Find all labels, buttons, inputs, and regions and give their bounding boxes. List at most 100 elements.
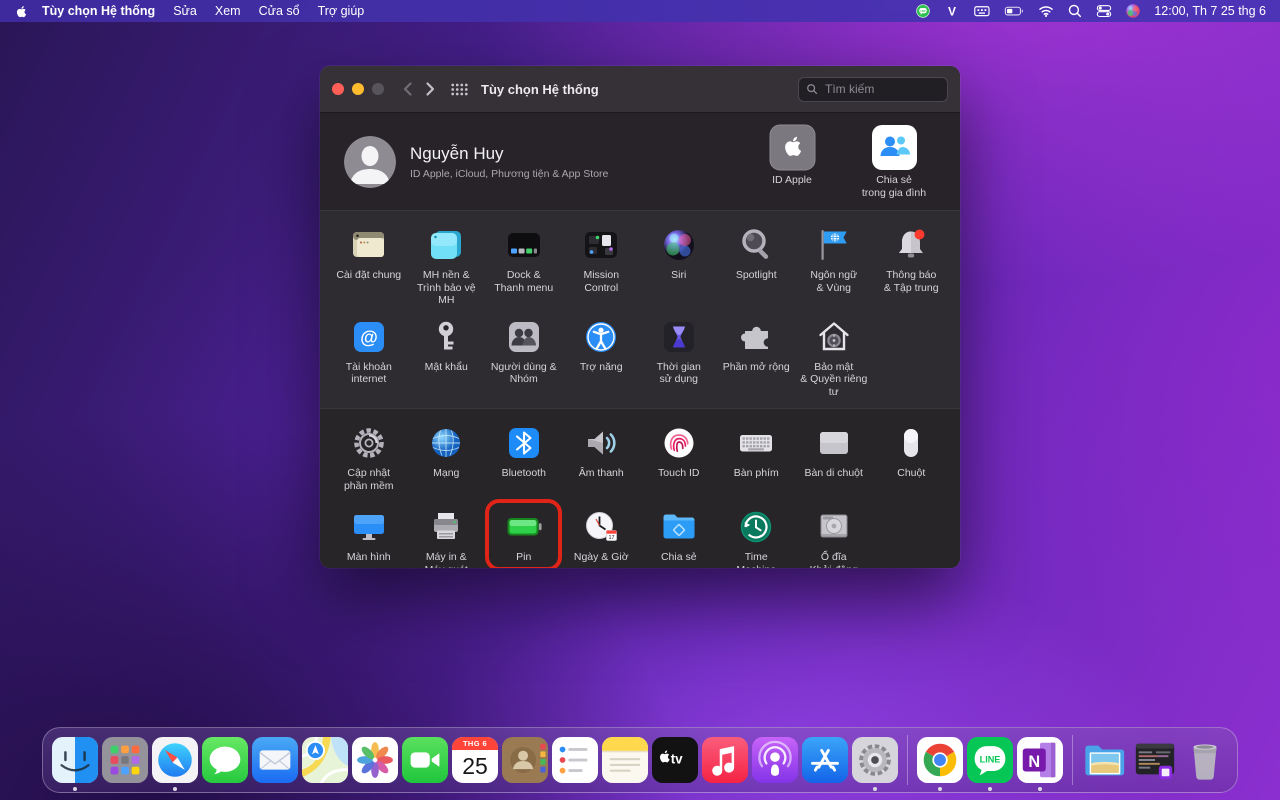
svg-text:LINE: LINE: [980, 754, 1001, 764]
dock-app-store[interactable]: [802, 737, 848, 783]
pref-spotlight[interactable]: Spotlight: [718, 223, 796, 307]
wifi-icon[interactable]: [1038, 3, 1054, 19]
pref-extensions[interactable]: Phần mở rộng: [718, 315, 796, 399]
pref-notifications[interactable]: Thông báo & Tập trung: [873, 223, 951, 307]
input-source-icon[interactable]: [973, 3, 991, 19]
pref-desktop[interactable]: MH nền & Trình bảo vệ MH: [408, 223, 486, 307]
pref-label: Máy in & Máy quét: [425, 551, 468, 568]
network-icon: [426, 423, 466, 463]
accessibility-icon: [581, 317, 621, 357]
dock-podcasts[interactable]: [752, 737, 798, 783]
dock-calendar[interactable]: THG 6 25: [452, 737, 498, 783]
fullscreen-button[interactable]: [372, 83, 384, 95]
pref-trackpad[interactable]: Bàn di chuột: [795, 421, 873, 497]
pref-language[interactable]: Ngôn ngữ & Vùng: [795, 223, 873, 307]
pref-datetime[interactable]: 17 Ngày & Giờ: [563, 505, 641, 568]
menu-bar-status: LINE V 12:00, Th 7 25 thg 6: [915, 3, 1266, 19]
pref-label: Ngôn ngữ & Vùng: [810, 269, 858, 294]
apple-id-button[interactable]: ID Apple: [750, 124, 834, 199]
dock-photos[interactable]: [352, 737, 398, 783]
pref-label: Thời gian sử dụng: [656, 360, 701, 386]
apple-menu-icon[interactable]: [14, 4, 29, 19]
pref-displays[interactable]: Màn hình: [330, 505, 408, 568]
system-preferences-window: Tùy chọn Hệ thống Nguyễn Huy ID Apple, i…: [320, 66, 960, 568]
siri-status-icon[interactable]: [1125, 3, 1141, 19]
dock-messages[interactable]: [202, 737, 248, 783]
line-app-icon[interactable]: LINE: [915, 3, 931, 19]
datetime-icon: 17: [581, 507, 621, 547]
calendar-day: 25: [462, 753, 488, 779]
pref-label: Dock & Thanh menu: [494, 269, 554, 294]
dock-pictures-folder[interactable]: [1082, 737, 1128, 783]
dock-launchpad[interactable]: [102, 737, 148, 783]
pref-startup-disk[interactable]: Ổ đĩa Khởi động: [795, 505, 873, 568]
pref-software-update[interactable]: Cập nhật phần mềm: [330, 421, 408, 497]
close-button[interactable]: [332, 83, 344, 95]
dock-trash[interactable]: [1182, 737, 1228, 783]
pref-touch-id[interactable]: Touch ID: [640, 421, 718, 497]
dock-system-preferences[interactable]: [852, 737, 898, 791]
svg-text:LINE: LINE: [921, 11, 927, 13]
pref-security[interactable]: Bảo mật & Quyền riêng tư: [795, 315, 873, 399]
pref-dock[interactable]: Dock & Thanh menu: [485, 223, 563, 307]
pref-screen-time[interactable]: Thời gian sử dụng: [640, 315, 718, 399]
software-update-icon: [349, 423, 389, 463]
pref-label: Màn hình: [346, 551, 391, 563]
show-all-grid-icon[interactable]: [450, 82, 469, 97]
battery-status-icon[interactable]: [1004, 3, 1025, 19]
dock-reminders[interactable]: [552, 737, 598, 783]
pref-mouse[interactable]: Chuột: [873, 421, 951, 497]
dock-icon: [504, 225, 544, 265]
pref-bluetooth[interactable]: Bluetooth: [485, 421, 563, 497]
user-avatar[interactable]: [344, 135, 396, 188]
pref-time-machine[interactable]: Time Machine: [718, 505, 796, 568]
menu-edit[interactable]: Sửa: [164, 4, 206, 18]
pref-siri[interactable]: Siri: [640, 223, 718, 307]
menu-system-preferences[interactable]: Tùy chọn Hệ thống: [33, 4, 164, 18]
search-input[interactable]: [823, 81, 940, 97]
family-sharing-button[interactable]: Chia sẻ trong gia đình: [852, 124, 936, 199]
dock-window-thumbnail[interactable]: [1132, 737, 1178, 783]
pref-keyboard[interactable]: Bàn phím: [718, 421, 796, 497]
dock-music[interactable]: [702, 737, 748, 783]
v-input-icon[interactable]: V: [944, 3, 960, 19]
pref-accessibility[interactable]: Trợ năng: [563, 315, 641, 399]
dock-maps[interactable]: [302, 737, 348, 783]
pref-label: Bàn phím: [733, 467, 779, 479]
general-icon: [349, 225, 389, 265]
dock-chrome[interactable]: [917, 737, 963, 791]
account-actions: ID Apple Chia sẻ trong gia đình: [750, 124, 936, 199]
pref-general[interactable]: Cài đặt chung: [330, 223, 408, 307]
forward-button[interactable]: [424, 81, 436, 97]
minimize-button[interactable]: [352, 83, 364, 95]
spotlight-search-icon[interactable]: [1067, 3, 1083, 19]
pref-passwords[interactable]: Mật khẩu: [408, 315, 486, 399]
dock-notes[interactable]: [602, 737, 648, 783]
running-indicator: [988, 787, 992, 791]
dock-facetime[interactable]: [402, 737, 448, 783]
pref-printers[interactable]: Máy in & Máy quét: [408, 505, 486, 568]
dock-mail[interactable]: [252, 737, 298, 783]
pref-mission-control[interactable]: Mission Control: [563, 223, 641, 307]
dock-contacts[interactable]: [502, 737, 548, 783]
pref-sharing[interactable]: Chia sẻ: [640, 505, 718, 568]
pref-network[interactable]: Mạng: [408, 421, 486, 497]
menu-window[interactable]: Cửa sổ: [250, 4, 309, 18]
pref-battery[interactable]: Pin: [485, 499, 563, 568]
menu-bar-clock[interactable]: 12:00, Th 7 25 thg 6: [1154, 4, 1266, 18]
pref-sound[interactable]: Âm thanh: [563, 421, 641, 497]
dock-onenote[interactable]: N: [1017, 737, 1063, 791]
back-button[interactable]: [402, 81, 414, 97]
dock-tv[interactable]: tv: [652, 737, 698, 783]
dock-line[interactable]: LINE: [967, 737, 1013, 791]
search-field[interactable]: [798, 76, 948, 102]
pref-internet-accounts[interactable]: @ Tài khoản internet: [330, 315, 408, 399]
dock-safari[interactable]: [152, 737, 198, 791]
control-center-icon[interactable]: [1096, 3, 1112, 19]
preference-row: Cập nhật phần mềm Mạng Bluetooth Âm thanh To…: [330, 421, 950, 497]
calendar-month: THG 6: [452, 737, 498, 750]
pref-users[interactable]: Người dùng & Nhóm: [485, 315, 563, 399]
menu-view[interactable]: Xem: [206, 4, 250, 18]
dock-finder[interactable]: [52, 737, 98, 791]
menu-help[interactable]: Trợ giúp: [309, 4, 374, 18]
